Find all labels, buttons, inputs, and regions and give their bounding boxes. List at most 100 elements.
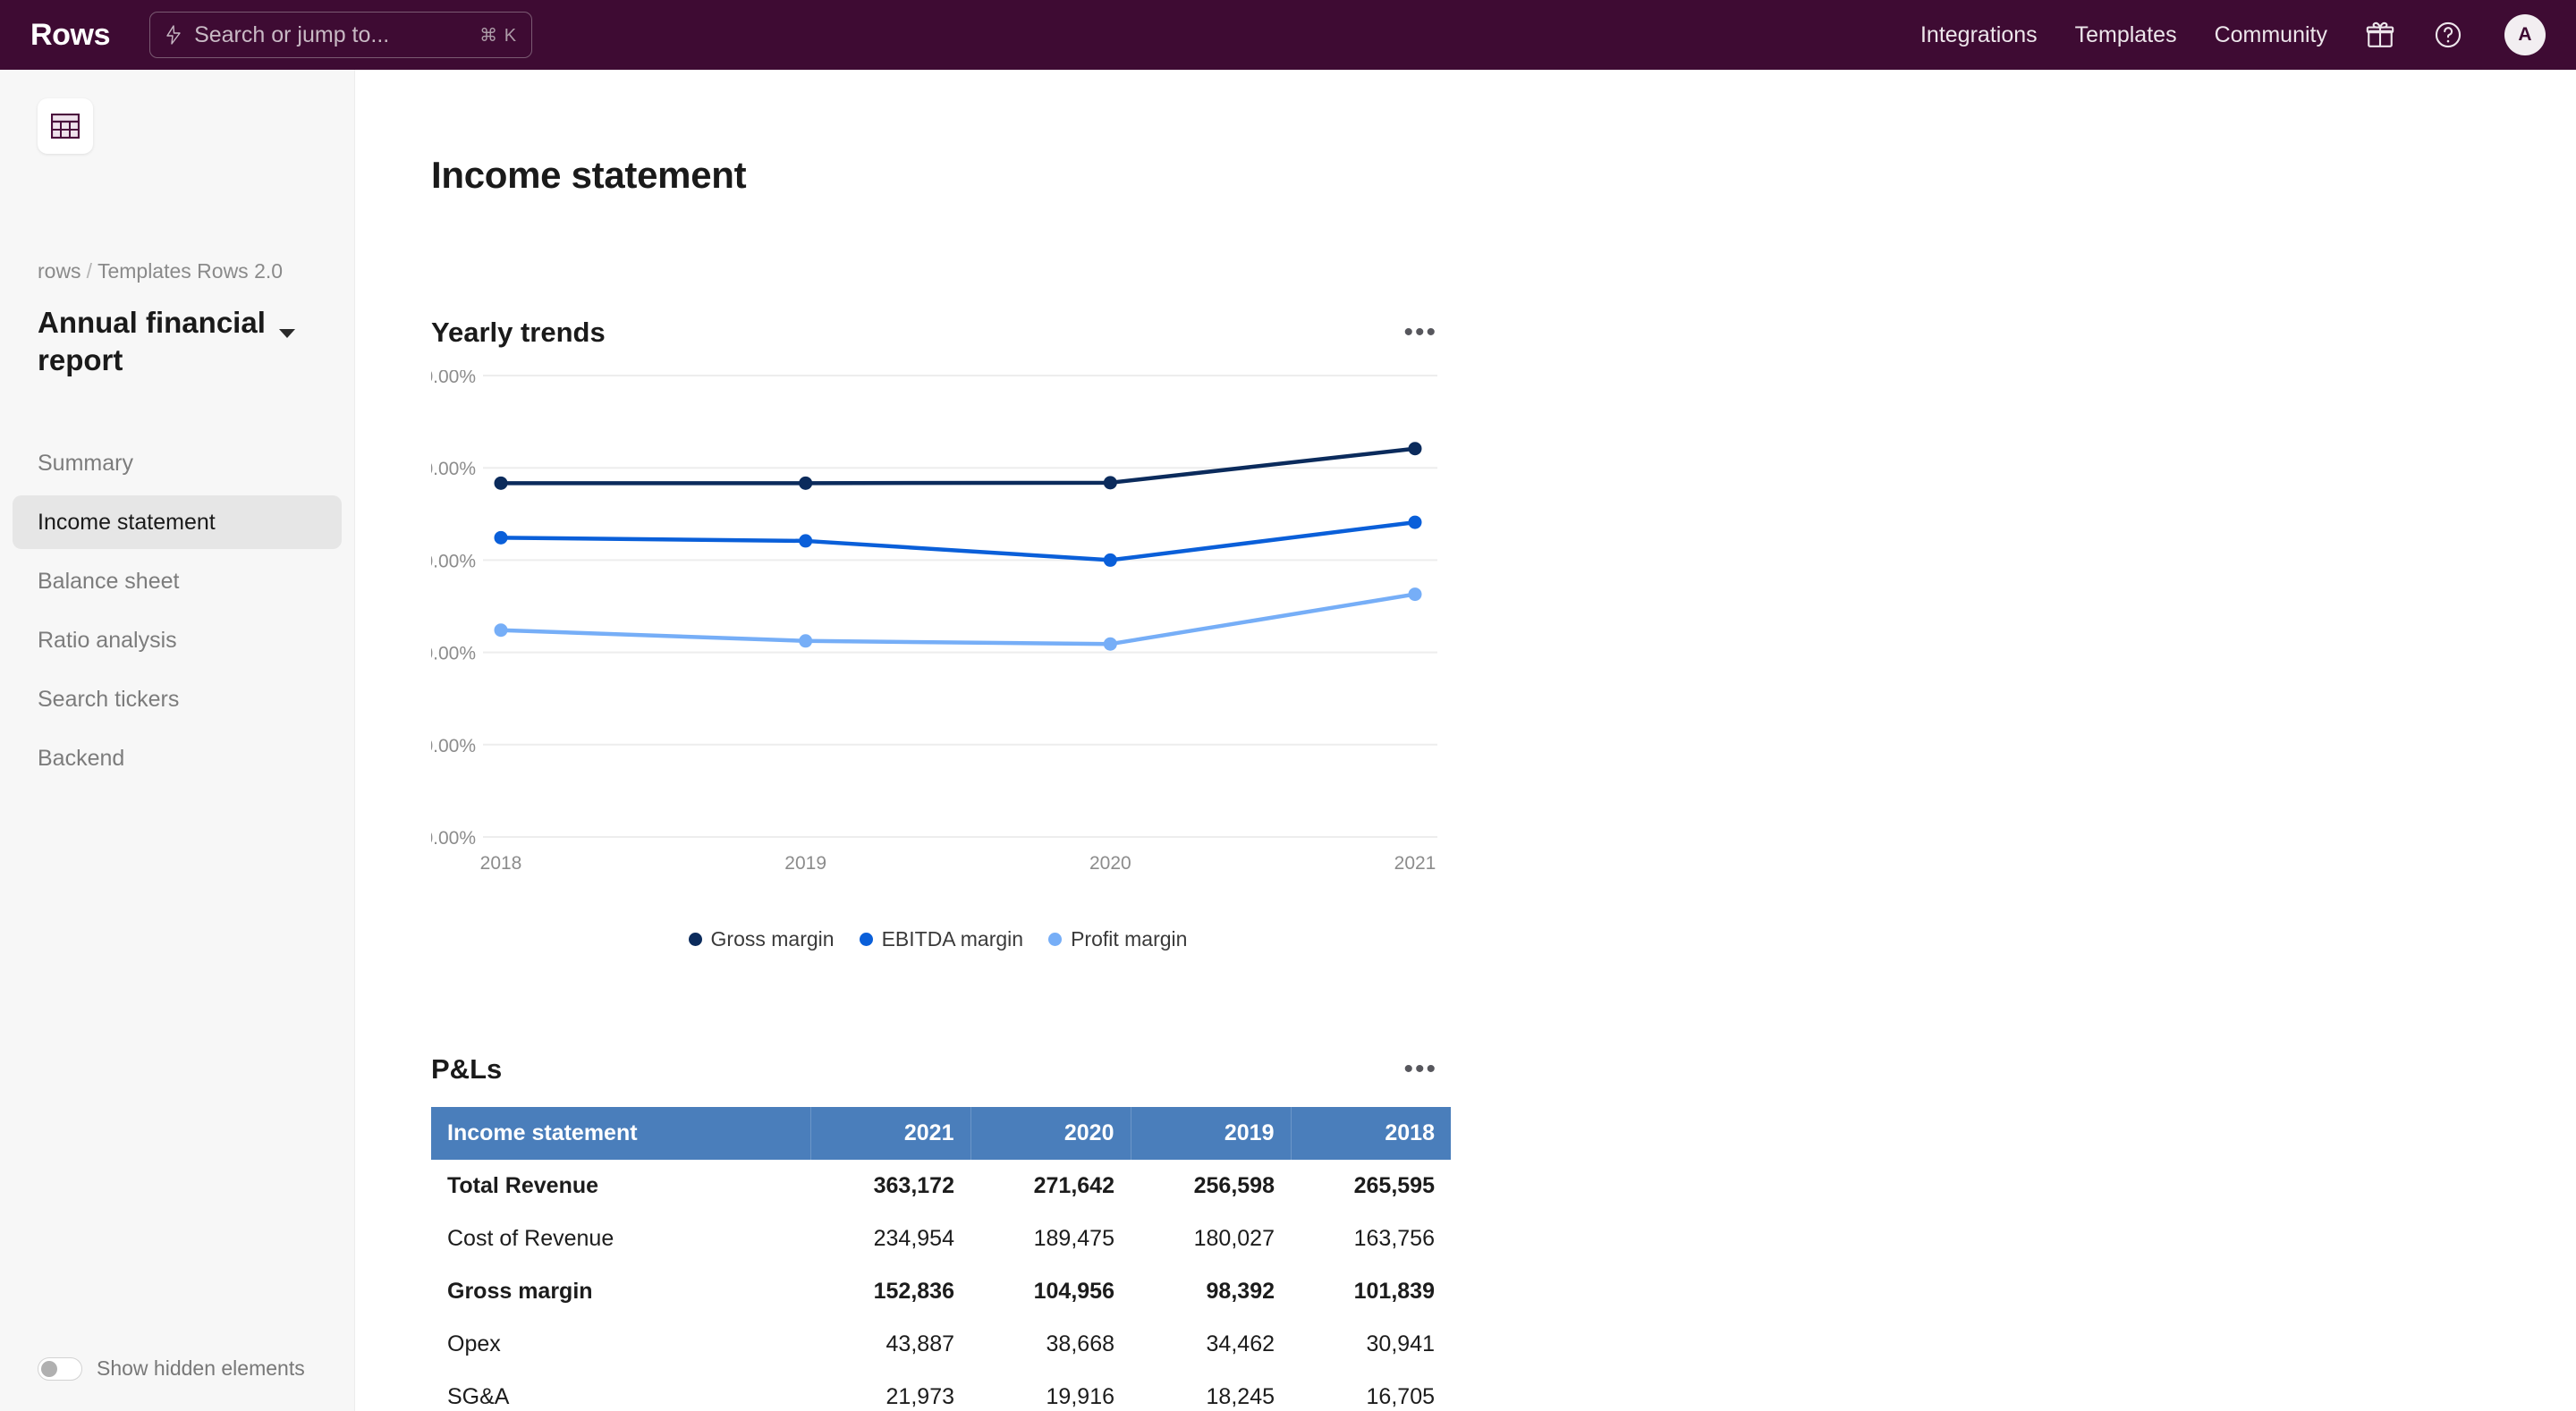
- legend-color-swatch: [859, 933, 873, 946]
- column-header-2018[interactable]: 2018: [1291, 1107, 1451, 1160]
- chart-data-point[interactable]: [1408, 515, 1422, 529]
- table-cell-value: 271,642: [970, 1160, 1131, 1212]
- sidebar-item-ratio-analysis[interactable]: Ratio analysis: [13, 613, 342, 667]
- help-circle-icon[interactable]: [2433, 20, 2463, 50]
- legend-item-gross-margin[interactable]: Gross margin: [688, 927, 835, 951]
- show-hidden-elements-label: Show hidden elements: [97, 1356, 305, 1380]
- table-cell-value: 30,941: [1291, 1318, 1451, 1371]
- table-cell-value: 101,839: [1291, 1265, 1451, 1318]
- legend-item-profit-margin[interactable]: Profit margin: [1048, 927, 1187, 951]
- pl-table-more-menu-icon[interactable]: •••: [1396, 1056, 1445, 1083]
- chart-data-point[interactable]: [799, 534, 813, 548]
- nav-link-community[interactable]: Community: [2215, 22, 2327, 48]
- table-cell-value: 18,245: [1131, 1371, 1291, 1411]
- table-cell-label: Opex: [431, 1318, 810, 1371]
- breadcrumb-folder[interactable]: Templates Rows 2.0: [97, 259, 283, 283]
- table-cell-value: 256,598: [1131, 1160, 1291, 1212]
- sidebar-item-search-tickers[interactable]: Search tickers: [13, 672, 342, 726]
- chart-data-point[interactable]: [494, 530, 508, 545]
- column-header-2021[interactable]: 2021: [810, 1107, 971, 1160]
- y-axis-tick-label: 50.00%: [431, 370, 476, 387]
- top-nav-links: Integrations Templates Community A: [1920, 14, 2576, 55]
- breadcrumb: rows / Templates Rows 2.0: [38, 259, 283, 283]
- table-row[interactable]: SG&A 21,973 19,916 18,245 16,705: [431, 1371, 1451, 1411]
- sidebar-item-label: Balance sheet: [38, 568, 180, 594]
- income-statement-table: Income statement 2021 2020 2019 2018 Tot…: [431, 1107, 1451, 1411]
- page-title: Income statement: [431, 154, 747, 196]
- chart-series-line: [498, 446, 1418, 486]
- legend-label: Profit margin: [1071, 927, 1188, 951]
- chart-data-point[interactable]: [799, 476, 813, 490]
- sidebar-item-label: Search tickers: [38, 686, 180, 712]
- table-header: Income statement 2021 2020 2019 2018: [431, 1107, 1451, 1160]
- app-logo[interactable]: Rows: [30, 18, 110, 53]
- sidebar-item-backend[interactable]: Backend: [13, 731, 342, 785]
- nav-link-templates[interactable]: Templates: [2075, 22, 2177, 48]
- column-header-2020[interactable]: 2020: [970, 1107, 1131, 1160]
- table-cell-value: 34,462: [1131, 1318, 1291, 1371]
- document-title: Annual financial report: [38, 306, 266, 377]
- pl-table-title: P&Ls: [431, 1053, 503, 1085]
- table-row[interactable]: Opex 43,887 38,668 34,462 30,941: [431, 1318, 1451, 1371]
- table-row[interactable]: Cost of Revenue 234,954 189,475 180,027 163,…: [431, 1212, 1451, 1265]
- chart-data-point[interactable]: [494, 476, 508, 490]
- show-hidden-elements-row[interactable]: Show hidden elements: [38, 1356, 305, 1381]
- sidebar-item-label: Income statement: [38, 509, 216, 535]
- sidebar-item-balance-sheet[interactable]: Balance sheet: [13, 554, 342, 608]
- yearly-trends-header: Yearly trends •••: [431, 315, 1445, 351]
- x-axis-tick-label: 2019: [784, 853, 826, 874]
- gift-icon[interactable]: [2365, 20, 2395, 50]
- top-navigation-bar: Rows Search or jump to... ⌘ K Integratio…: [0, 0, 2576, 70]
- yearly-trends-chart: 50.00% 40.00% 30.00% 20.00% 10.00% 0.00%2018 2…: [431, 370, 1445, 951]
- line-chart-svg: 50.00% 40.00% 30.00% 20.00% 10.00% 0.00%2018 2…: [431, 370, 1437, 874]
- chart-data-point[interactable]: [1408, 442, 1422, 456]
- table-row[interactable]: Gross margin 152,836 104,956 98,392 101,839: [431, 1265, 1451, 1318]
- chart-data-point[interactable]: [494, 623, 508, 638]
- sidebar-item-income-statement[interactable]: Income statement: [13, 495, 342, 549]
- sidebar-nav: Summary Income statement Balance sheet R…: [13, 436, 342, 790]
- sidebar-item-label: Backend: [38, 745, 125, 771]
- table-cell-value: 19,916: [970, 1371, 1131, 1411]
- chart-series-line: [498, 520, 1418, 562]
- chart-data-point[interactable]: [1103, 553, 1117, 567]
- legend-item-ebitda-margin[interactable]: EBITDA margin: [859, 927, 1024, 951]
- table-row[interactable]: Total Revenue 363,172 271,642 256,598 265,59…: [431, 1160, 1451, 1212]
- search-shortcut-hint: ⌘ K: [479, 25, 518, 46]
- legend-label: EBITDA margin: [881, 927, 1024, 951]
- chart-data-point[interactable]: [1103, 476, 1117, 490]
- column-header-2019[interactable]: 2019: [1131, 1107, 1292, 1160]
- chart-data-point[interactable]: [799, 634, 813, 648]
- global-search-box[interactable]: Search or jump to... ⌘ K: [149, 12, 533, 58]
- table-cell-label: SG&A: [431, 1371, 810, 1411]
- table-cell-value: 189,475: [970, 1212, 1131, 1265]
- table-cell-value: 180,027: [1131, 1212, 1291, 1265]
- x-axis-tick-label: 2021: [1394, 853, 1436, 874]
- breadcrumb-workspace[interactable]: rows: [38, 259, 81, 283]
- user-avatar[interactable]: A: [2504, 14, 2546, 55]
- chart-data-point[interactable]: [1408, 587, 1422, 602]
- yearly-trends-more-menu-icon[interactable]: •••: [1396, 319, 1445, 346]
- y-axis-tick-label: 10.00%: [431, 736, 476, 756]
- y-axis-tick-label: 30.00%: [431, 551, 476, 571]
- table-cell-label: Total Revenue: [431, 1160, 810, 1212]
- sidebar-item-summary[interactable]: Summary: [13, 436, 342, 490]
- chevron-down-icon[interactable]: [279, 329, 295, 338]
- table-body: Total Revenue 363,172 271,642 256,598 265,59…: [431, 1160, 1451, 1411]
- chart-data-point[interactable]: [1103, 637, 1117, 651]
- y-axis-tick-label: 0.00%: [431, 828, 476, 849]
- table-cell-value: 43,887: [810, 1318, 970, 1371]
- x-axis-tick-label: 2020: [1089, 853, 1131, 874]
- yearly-trends-title: Yearly trends: [431, 317, 606, 348]
- spreadsheet-icon[interactable]: [38, 98, 93, 154]
- table-cell-value: 265,595: [1291, 1160, 1451, 1212]
- search-icon: [165, 25, 182, 45]
- sidebar-item-label: Summary: [38, 450, 133, 476]
- sidebar: rows / Templates Rows 2.0 Annual financial…: [0, 70, 355, 1411]
- column-header-label[interactable]: Income statement: [431, 1107, 811, 1160]
- chart-series-line: [498, 592, 1418, 646]
- show-hidden-elements-toggle[interactable]: [38, 1356, 82, 1381]
- table-cell-value: 234,954: [810, 1212, 970, 1265]
- search-input-placeholder[interactable]: Search or jump to...: [194, 22, 479, 48]
- nav-link-integrations[interactable]: Integrations: [1920, 22, 2038, 48]
- y-axis-tick-label: 20.00%: [431, 644, 476, 664]
